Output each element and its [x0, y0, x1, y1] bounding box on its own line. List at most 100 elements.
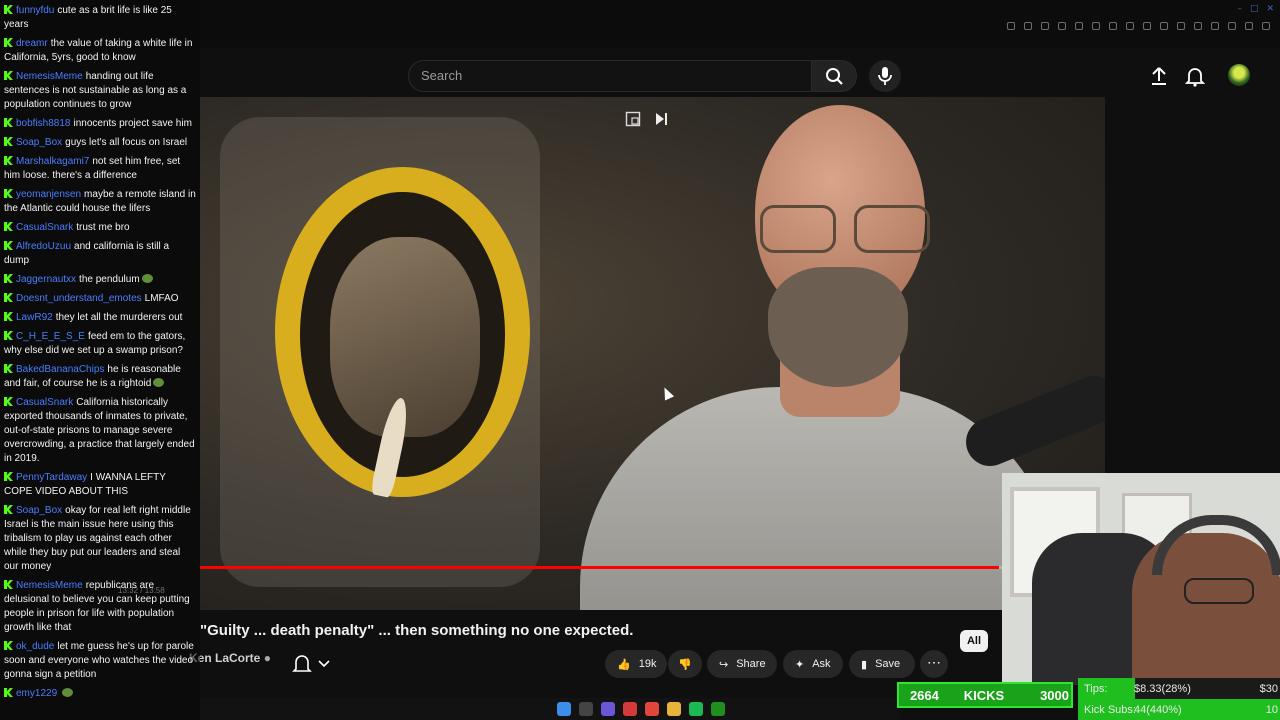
subs-label: Kick Subs: — [1084, 703, 1136, 716]
more-actions-button[interactable]: ⋯ — [920, 650, 948, 678]
next-icon[interactable] — [653, 111, 669, 127]
chat-username[interactable]: PennyTardaway — [16, 472, 87, 483]
search-icon — [826, 68, 843, 85]
close-icon[interactable]: ✕ — [1266, 4, 1274, 14]
upload-icon[interactable] — [1147, 64, 1171, 88]
tips-value: $8.33(28%) — [1134, 682, 1191, 695]
share-icon: ↪ — [719, 658, 729, 671]
dislike-icon: 👎 — [678, 658, 692, 671]
chat-username[interactable]: Doesnt_understand_emotes — [16, 293, 142, 304]
spotify-icon[interactable] — [689, 702, 703, 716]
share-button[interactable]: ↪ Share — [707, 650, 777, 678]
kick-badge-icon — [4, 118, 13, 127]
ask-label: Ask — [812, 658, 831, 670]
kick-label: KICKS — [963, 687, 1005, 703]
webcam-glasses — [1184, 578, 1254, 604]
extension-icon[interactable] — [1160, 22, 1168, 30]
extension-icon[interactable] — [1041, 22, 1049, 30]
extension-icon[interactable] — [1058, 22, 1066, 30]
chat-username[interactable]: CasualSnark — [16, 222, 73, 233]
video-speaker-beard — [768, 267, 908, 387]
avatar[interactable] — [1228, 64, 1250, 86]
chat-message: Jaggernautxx the pendulum — [4, 273, 196, 287]
kick-badge-icon — [4, 331, 13, 340]
subs-value: 44(440%) — [1134, 703, 1182, 716]
kick-badge-icon — [4, 312, 13, 321]
extension-icon[interactable] — [1075, 22, 1083, 30]
chat-username[interactable]: Soap_Box — [16, 137, 62, 148]
chat-text: guys let's all focus on Israel — [65, 137, 188, 148]
extension-icon[interactable] — [1007, 22, 1015, 30]
screen: – □ ✕ Search "Guilty ... death penalty" … — [0, 0, 1280, 720]
voice-search-button[interactable] — [869, 60, 901, 92]
chat-message: dreamr the value of taking a white life i… — [4, 37, 196, 65]
search-input[interactable]: Search — [408, 60, 812, 92]
miniplayer-icon[interactable] — [625, 111, 641, 127]
chat-username[interactable]: CasualSnark — [16, 397, 73, 408]
chat-message: CasualSnark trust me bro — [4, 221, 196, 235]
chat-username[interactable]: dreamr — [16, 38, 48, 49]
extension-icon[interactable] — [1245, 22, 1253, 30]
chat-message: C_H_E_E_S_E feed em to the gators, why el… — [4, 330, 196, 358]
chat-username[interactable]: ok_dude — [16, 641, 54, 652]
extension-icon[interactable] — [1211, 22, 1219, 30]
xbox-icon[interactable] — [711, 702, 725, 716]
chat-username[interactable]: bobfish8818 — [16, 118, 71, 129]
chat-username[interactable]: C_H_E_E_S_E — [16, 331, 85, 342]
save-button[interactable]: ▮ Save — [849, 650, 915, 678]
chat-username[interactable]: emy1229 — [16, 688, 57, 699]
browser-extension-icons — [1007, 22, 1270, 30]
tips-goal: $30 — [1259, 682, 1278, 695]
video-player[interactable] — [200, 97, 1105, 610]
bell-icon[interactable] — [1183, 64, 1207, 88]
maximize-icon[interactable]: □ — [1250, 4, 1259, 14]
extension-icon[interactable] — [1228, 22, 1236, 30]
extension-icon[interactable] — [1024, 22, 1032, 30]
like-button[interactable]: 👍 19k — [605, 650, 667, 678]
app-icon[interactable] — [601, 702, 615, 716]
chat-username[interactable]: NemesisMeme — [16, 580, 83, 591]
chat-username[interactable]: AlfredoUzuu — [16, 241, 71, 252]
kick-goal: 3000 — [1040, 687, 1069, 703]
extension-icon[interactable] — [1194, 22, 1202, 30]
channel-name[interactable]: Ken LaCorte ● — [189, 651, 271, 665]
kick-badge-icon — [4, 397, 13, 406]
app-icon[interactable] — [623, 702, 637, 716]
search-icon[interactable] — [579, 702, 593, 716]
chat-username[interactable]: LawR92 — [16, 312, 53, 323]
dislike-button[interactable]: 👎 — [668, 650, 702, 678]
search-button[interactable] — [811, 60, 857, 92]
extension-icon[interactable] — [1109, 22, 1117, 30]
taskbar-icons — [557, 702, 725, 716]
chat-message: Soap_Box guys let's all focus on Israel — [4, 136, 196, 150]
chip-all[interactable]: All — [960, 630, 988, 652]
chat-username[interactable]: Marshalkagami7 — [16, 156, 89, 167]
chat-username[interactable]: NemesisMeme — [16, 71, 83, 82]
chat-message: emy1229 — [4, 687, 196, 701]
kick-badge-icon — [4, 274, 13, 283]
kick-count: 2664 — [909, 687, 939, 703]
tips-row: Tips: $8.33(28%) $30 — [1078, 678, 1280, 699]
notification-button[interactable] — [288, 648, 346, 678]
chat-username[interactable]: funnyfdu — [16, 5, 54, 16]
emote-icon — [141, 274, 153, 283]
extension-icon[interactable] — [1126, 22, 1134, 30]
kick-badge-icon — [4, 241, 13, 250]
windows-start-icon[interactable] — [557, 702, 571, 716]
kick-badge-icon — [4, 137, 13, 146]
extension-icon[interactable] — [1262, 22, 1270, 30]
extension-icon[interactable] — [1177, 22, 1185, 30]
app-icon[interactable] — [645, 702, 659, 716]
chat-username[interactable]: BakedBananaChips — [16, 364, 104, 375]
chat-username[interactable]: yeomanjensen — [16, 189, 81, 200]
extension-icon[interactable] — [1143, 22, 1151, 30]
extension-icon[interactable] — [1092, 22, 1100, 30]
chat-message: NemesisMeme republicans are delusional to… — [4, 579, 196, 635]
chat-username[interactable]: Soap_Box — [16, 505, 62, 516]
folder-icon[interactable] — [667, 702, 681, 716]
minimize-icon[interactable]: – — [1237, 4, 1242, 14]
chat-username[interactable]: Jaggernautxx — [16, 274, 76, 285]
ask-button[interactable]: ✦ Ask — [783, 650, 843, 678]
save-label: Save — [875, 658, 901, 670]
window-controls[interactable]: – □ ✕ — [1237, 4, 1274, 14]
